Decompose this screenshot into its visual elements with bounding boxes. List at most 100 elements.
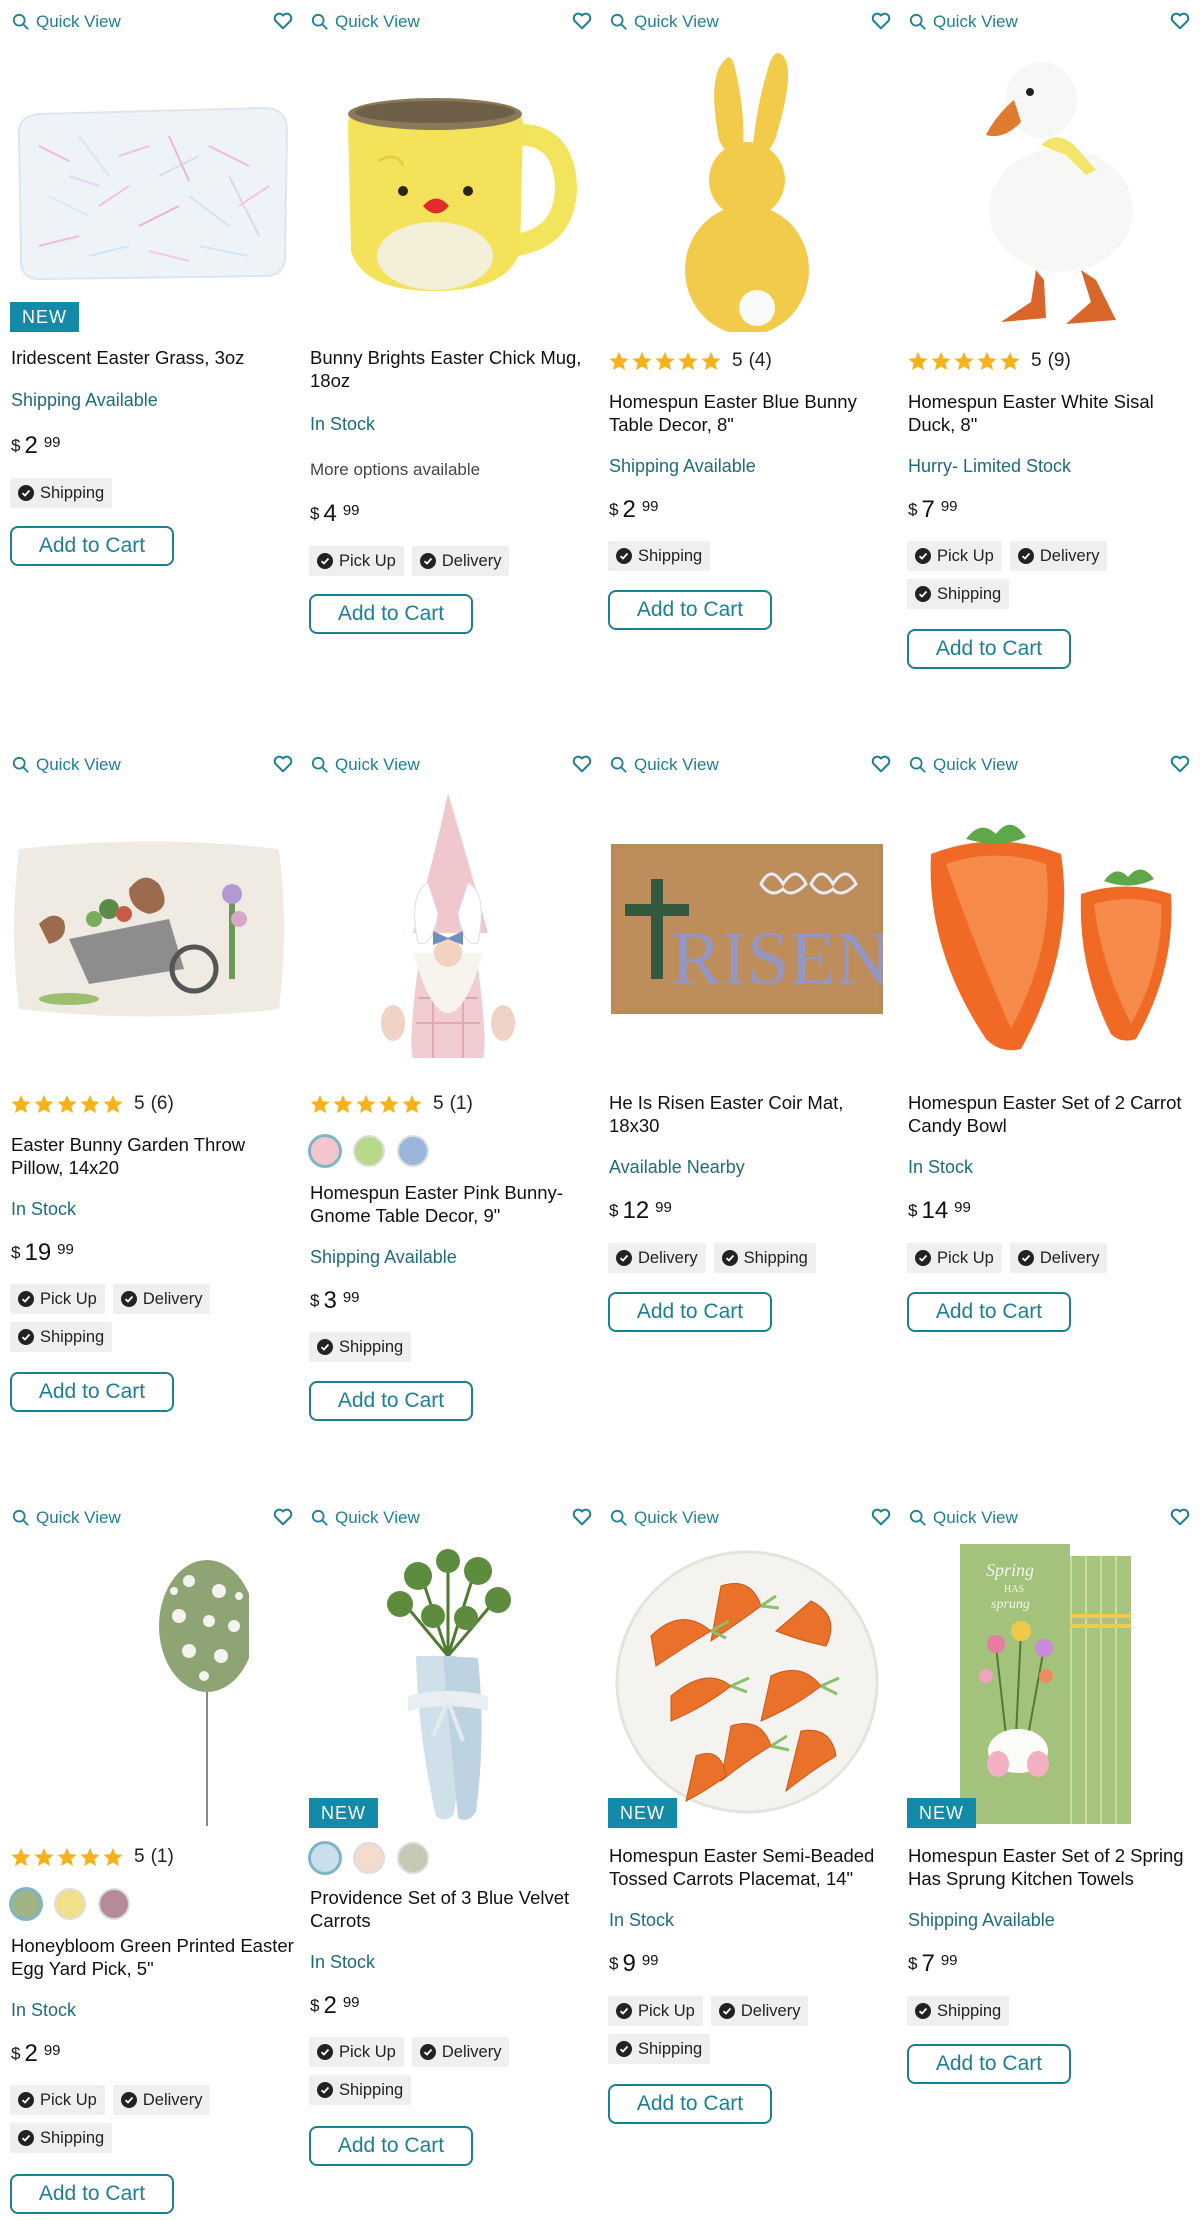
product-image[interactable] (0, 783, 298, 1075)
search-icon (610, 756, 627, 773)
product-card[interactable]: Quick View Homespun Easter Set of 2 Carr… (897, 743, 1195, 1343)
add-to-cart-button[interactable]: Add to Cart (309, 594, 473, 634)
add-to-cart-button[interactable]: Add to Cart (608, 2084, 772, 2124)
color-swatch[interactable] (98, 1888, 130, 1920)
heart-icon[interactable] (272, 753, 294, 775)
product-image[interactable] (0, 40, 298, 332)
price: $3 99 (310, 1287, 360, 1315)
quick-view-button[interactable]: Quick View (12, 12, 121, 32)
product-image[interactable] (0, 1536, 298, 1828)
fulfillment-options: Pick Up Delivery Shipping (907, 541, 1192, 609)
add-to-cart-button[interactable]: Add to Cart (608, 1292, 772, 1332)
chip-label: Pick Up (339, 551, 396, 570)
quick-view-button[interactable]: Quick View (909, 755, 1018, 775)
product-image[interactable] (598, 1536, 896, 1828)
star-rating[interactable]: 5 (6) (10, 1093, 174, 1115)
product-title[interactable]: Homespun Easter White Sisal Duck, 8" (908, 390, 1193, 436)
add-to-cart-button[interactable]: Add to Cart (309, 1381, 473, 1421)
product-title[interactable]: Iridescent Easter Grass, 3oz (11, 346, 296, 369)
quick-view-button[interactable]: Quick View (311, 1508, 420, 1528)
add-to-cart-button[interactable]: Add to Cart (10, 526, 174, 566)
quick-view-button[interactable]: Quick View (909, 1508, 1018, 1528)
product-card[interactable]: Quick View 5 (6) Easter Bunny Garden Thr… (0, 743, 298, 1423)
color-swatch[interactable] (309, 1842, 341, 1874)
product-image[interactable] (299, 40, 597, 332)
product-image[interactable] (299, 783, 597, 1075)
fulfillment-options: Pick Up Delivery (309, 546, 594, 576)
product-image[interactable] (897, 783, 1195, 1075)
heart-icon[interactable] (272, 1506, 294, 1528)
product-title[interactable]: Providence Set of 3 Blue Velvet Carrots (310, 1886, 595, 1932)
search-icon (909, 756, 926, 773)
add-to-cart-button[interactable]: Add to Cart (907, 629, 1071, 669)
product-card[interactable]: Quick View 5 (1) Homespun Easter Pink Bu… (299, 743, 597, 1423)
product-title[interactable]: Homespun Easter Pink Bunny-Gnome Table D… (310, 1181, 595, 1227)
add-to-cart-button[interactable]: Add to Cart (10, 1372, 174, 1412)
star-rating[interactable]: 5 (4) (608, 350, 772, 372)
quick-view-button[interactable]: Quick View (909, 12, 1018, 32)
quick-view-button[interactable]: Quick View (610, 755, 719, 775)
heart-icon[interactable] (1169, 1506, 1191, 1528)
product-card[interactable]: Quick View Spring HAS sprung NEW Homespu… (897, 1496, 1195, 2156)
color-swatch[interactable] (10, 1888, 42, 1920)
product-title[interactable]: Homespun Easter Set of 2 Carrot Candy Bo… (908, 1091, 1193, 1137)
product-image[interactable]: RISEN (598, 783, 896, 1075)
product-title[interactable]: Homespun Easter Semi-Beaded Tossed Carro… (609, 1844, 894, 1890)
product-card[interactable]: Quick View 5 (1) Honeybloom Green Printe… (0, 1496, 298, 2220)
heart-icon[interactable] (870, 10, 892, 32)
product-image[interactable] (299, 1536, 597, 1828)
color-swatch[interactable] (54, 1888, 86, 1920)
add-to-cart-button[interactable]: Add to Cart (907, 2044, 1071, 2084)
add-to-cart-button[interactable]: Add to Cart (907, 1292, 1071, 1332)
chip-label: Shipping (339, 2080, 404, 2099)
product-title[interactable]: Honeybloom Green Printed Easter Egg Yard… (11, 1934, 296, 1980)
rating-count: (9) (1047, 350, 1071, 371)
chip-label: Pick Up (937, 546, 994, 565)
quick-view-button[interactable]: Quick View (12, 1508, 121, 1528)
star-rating[interactable]: 5 (1) (10, 1846, 174, 1868)
quick-view-button[interactable]: Quick View (610, 1508, 719, 1528)
product-image[interactable]: Spring HAS sprung (897, 1536, 1195, 1828)
color-swatch[interactable] (353, 1135, 385, 1167)
quick-view-button[interactable]: Quick View (610, 12, 719, 32)
product-title[interactable]: He Is Risen Easter Coir Mat, 18x30 (609, 1091, 894, 1137)
product-title[interactable]: Homespun Easter Set of 2 Spring Has Spru… (908, 1844, 1193, 1890)
add-to-cart-button[interactable]: Add to Cart (10, 2174, 174, 2214)
product-card[interactable]: Quick View Bunny Brights Easter Chick Mu… (299, 0, 597, 660)
quick-view-button[interactable]: Quick View (311, 755, 420, 775)
product-card[interactable]: Quick View 5 (9) Homespun Easter White Si… (897, 0, 1195, 680)
quick-view-button[interactable]: Quick View (311, 12, 420, 32)
heart-icon[interactable] (1169, 753, 1191, 775)
heart-icon[interactable] (571, 753, 593, 775)
product-title[interactable]: Bunny Brights Easter Chick Mug, 18oz (310, 346, 595, 392)
product-card[interactable]: Quick View NEW Iridescent Easter Grass, … (0, 0, 298, 600)
chip-label: Shipping (40, 2128, 105, 2147)
product-image[interactable] (598, 40, 896, 332)
heart-icon[interactable] (870, 753, 892, 775)
heart-icon[interactable] (571, 1506, 593, 1528)
add-to-cart-button[interactable]: Add to Cart (309, 2126, 473, 2166)
heart-icon[interactable] (1169, 10, 1191, 32)
add-to-cart-button[interactable]: Add to Cart (608, 590, 772, 630)
product-card[interactable]: Quick View NEW Providence Set of 3 Blue … (299, 1496, 597, 2220)
heart-icon[interactable] (571, 10, 593, 32)
color-swatch[interactable] (309, 1135, 341, 1167)
heart-icon[interactable] (272, 10, 294, 32)
product-image[interactable] (897, 40, 1195, 332)
product-card[interactable]: Quick View NEW Homespun Easter Semi-Bead… (598, 1496, 896, 2196)
price: $2 99 (11, 2040, 61, 2068)
price-dollars: 2 (323, 1992, 337, 2019)
star-rating[interactable]: 5 (1) (309, 1093, 473, 1115)
color-swatch[interactable] (353, 1842, 385, 1874)
quick-view-button[interactable]: Quick View (12, 755, 121, 775)
product-title[interactable]: Homespun Easter Blue Bunny Table Decor, … (609, 390, 894, 436)
product-card[interactable]: Quick View 5 (4) Homespun Easter Blue Bun… (598, 0, 896, 660)
product-title[interactable]: Easter Bunny Garden Throw Pillow, 14x20 (11, 1133, 296, 1179)
search-icon (12, 13, 29, 30)
color-swatch[interactable] (397, 1842, 429, 1874)
product-card[interactable]: Quick View RISEN He Is Risen Easter Coir… (598, 743, 896, 1343)
more-options-text[interactable]: More options available (310, 460, 480, 480)
heart-icon[interactable] (870, 1506, 892, 1528)
star-rating[interactable]: 5 (9) (907, 350, 1071, 372)
color-swatch[interactable] (397, 1135, 429, 1167)
